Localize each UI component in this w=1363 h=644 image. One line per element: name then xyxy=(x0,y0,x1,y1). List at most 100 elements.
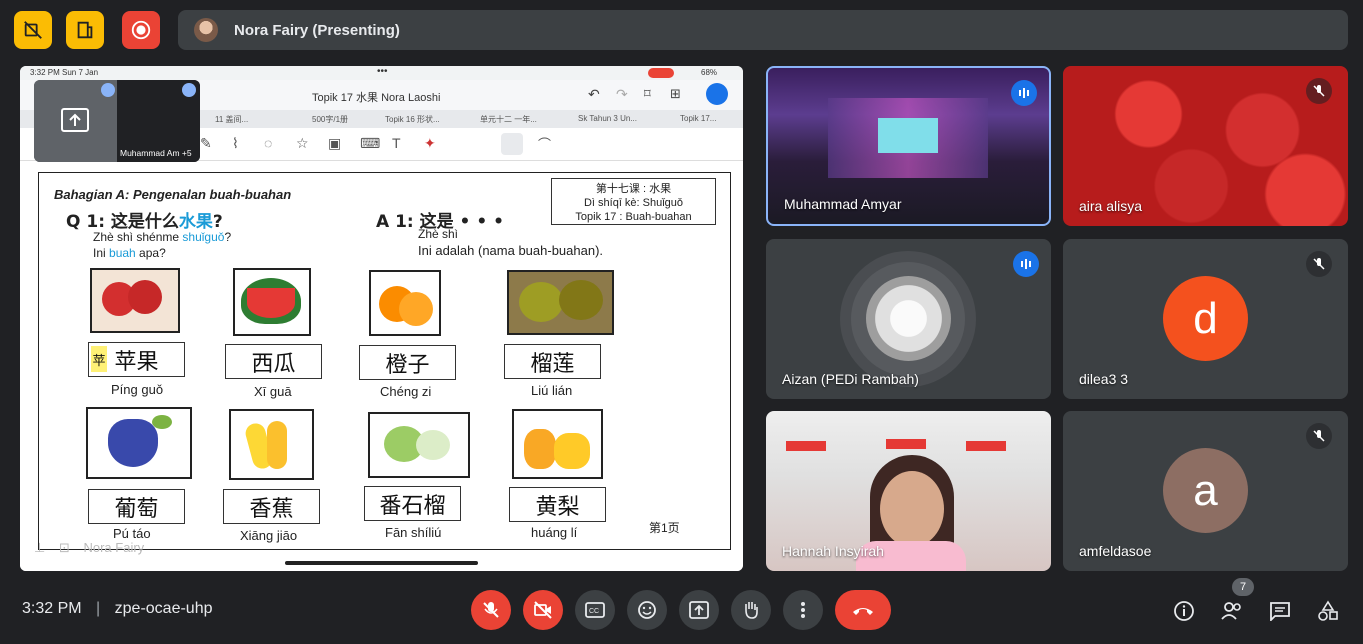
shapes-icon xyxy=(1318,600,1338,621)
leave-call-button[interactable] xyxy=(835,590,891,630)
avatar: a xyxy=(1163,448,1248,533)
fruit-chinese: 西瓜 xyxy=(251,351,296,377)
image-icon[interactable]: ▣ xyxy=(328,135,341,152)
recording-badge[interactable] xyxy=(122,11,160,49)
tab-item[interactable]: 11 盖间... xyxy=(215,114,248,125)
pin-icon: ⊥ xyxy=(34,540,46,555)
bookmark-icon[interactable]: ⌑ xyxy=(644,86,651,102)
answer-malay: Ini adalah (nama buah-buahan). xyxy=(418,243,604,258)
banana-image xyxy=(229,409,314,480)
participant-tile-hannah[interactable]: Hannah Insyirah xyxy=(766,411,1051,571)
more-options-button[interactable] xyxy=(783,590,823,630)
chat-button[interactable] xyxy=(1267,598,1293,624)
page-number: 第1页 xyxy=(649,521,680,535)
participant-tile-aira-alisya[interactable]: aira alisya xyxy=(1063,66,1348,226)
participant-tile-aizan[interactable]: Aizan (PEDi Rambah) xyxy=(766,239,1051,399)
present-screen-icon xyxy=(61,108,89,132)
orange-image xyxy=(369,270,441,336)
home-indicator xyxy=(285,561,478,565)
undo-icon[interactable]: ↶ xyxy=(588,86,600,103)
tab-item[interactable]: 500字/1册 xyxy=(312,114,348,125)
people-count-badge: 7 xyxy=(1232,578,1254,596)
presenter-name: Nora Fairy (Presenting) xyxy=(234,21,400,39)
tab-item[interactable]: 单元十二 一年... xyxy=(480,114,537,125)
shape-icon[interactable]: ☆ xyxy=(296,135,309,152)
participant-tile-muhammad-amyar[interactable]: Muhammad Amyar xyxy=(766,66,1051,226)
fruit-label-orange: 橙子 xyxy=(359,345,456,380)
hang-up-icon xyxy=(853,608,873,615)
participant-name: Hannah Insyirah xyxy=(782,543,884,559)
fruit-chinese: 黄梨 xyxy=(535,494,580,520)
speaking-indicator-icon xyxy=(706,83,728,105)
participant-name: dilea3 3 xyxy=(1079,371,1129,387)
fruit-label-durian: 榴莲 xyxy=(504,344,601,379)
present-now-button[interactable] xyxy=(679,590,719,630)
divider: | xyxy=(96,600,101,617)
emoji-icon xyxy=(638,601,656,619)
people-button[interactable] xyxy=(1219,598,1245,624)
doc-title: Topik 17 水果 Nora Laoshi xyxy=(312,92,441,104)
more-vert-icon xyxy=(801,602,805,618)
self-view-mini-tile[interactable]: Muhammad Am +5 xyxy=(34,80,200,162)
raise-hand-button[interactable] xyxy=(731,590,771,630)
question-malay: Ini buah apa? xyxy=(93,246,166,260)
recording-off-badge[interactable] xyxy=(14,11,52,49)
avatar xyxy=(866,276,951,361)
present-tile[interactable] xyxy=(34,80,117,162)
participant-tile-dilea3[interactable]: d dilea3 3 xyxy=(1063,239,1348,399)
mic-toggle-button[interactable] xyxy=(471,590,511,630)
redo-icon[interactable]: ↷ xyxy=(616,86,628,103)
presenter-watermark: ⊥ ⊡ Nora Fairy xyxy=(34,540,144,556)
pineapple-image xyxy=(512,409,603,479)
lesson-title-malay: Topik 17 : Buah-buahan xyxy=(575,211,692,223)
tab-item[interactable]: Topik 16 形状... xyxy=(385,114,440,125)
camera-toggle-button[interactable] xyxy=(523,590,563,630)
speaking-icon xyxy=(1013,251,1039,277)
presenter-avatar xyxy=(194,18,218,42)
grapes-image xyxy=(86,407,192,479)
tab-item[interactable]: Sk Tahun 3 Un... xyxy=(578,114,637,123)
fruit-label-pineapple: 黄梨 xyxy=(509,487,606,522)
mic-off-icon xyxy=(483,602,499,618)
meeting-details-button[interactable] xyxy=(1171,598,1197,624)
participant-name: Aizan (PEDi Rambah) xyxy=(782,371,919,387)
participant-tile-amfeldasoe[interactable]: a amfeldasoe xyxy=(1063,411,1348,571)
fruit-label-grapes: 葡萄 xyxy=(88,489,185,524)
question-pinyin: Zhè shì shénme shuǐguǒ? xyxy=(93,230,231,244)
battery-label: 68% xyxy=(701,68,718,77)
activities-button[interactable] xyxy=(1315,598,1341,624)
clock: 3:32 PM xyxy=(22,600,82,617)
captions-button[interactable]: CC xyxy=(575,590,615,630)
audio-level-icon xyxy=(182,83,196,97)
speaking-dot-icon xyxy=(101,83,115,97)
companion-mode-badge[interactable] xyxy=(66,11,104,49)
fruit-pinyin: Xī guā xyxy=(254,384,292,399)
add-page-icon[interactable]: ⊞ xyxy=(670,86,681,102)
pinyin-text: Zhè shì shénme xyxy=(93,230,183,244)
highlighter-icon[interactable]: ⌇ xyxy=(232,135,239,152)
fruit-label-apple: 苹 苹果 xyxy=(88,342,185,377)
fruit-label-banana: 香蕉 xyxy=(223,489,320,524)
present-screen-icon xyxy=(689,601,709,619)
stroke-style-icon[interactable]: ⌒ xyxy=(538,134,551,153)
lasso-icon[interactable]: ◌ xyxy=(264,135,272,151)
emoji-button[interactable] xyxy=(627,590,667,630)
avatar: d xyxy=(1163,276,1248,361)
svg-text:CC: CC xyxy=(589,608,599,615)
fruit-pinyin: Pú táo xyxy=(113,526,151,541)
laser-icon[interactable]: ✦ xyxy=(424,135,436,152)
participant-name: Muhammad Amyar xyxy=(784,196,902,212)
durian-image xyxy=(507,270,614,335)
pen-tool-icon[interactable]: ✎ xyxy=(200,135,212,152)
dot-size-button[interactable] xyxy=(501,133,523,155)
shared-screen[interactable]: 3:32 PM Sun 7 Jan ••• 68% Topik 17 水果 No… xyxy=(20,66,743,571)
camera-off-icon xyxy=(534,601,552,619)
text-tool-icon[interactable]: T xyxy=(392,135,401,151)
malay-end: apa? xyxy=(135,246,166,260)
tab-item-active[interactable]: Topik 17... xyxy=(680,114,716,123)
building-icon xyxy=(77,21,93,39)
worksheet-page: Bahagian A: Pengenalan buah-buahan Q 1: … xyxy=(38,172,731,550)
ipad-status-time: 3:32 PM Sun 7 Jan xyxy=(30,68,99,77)
fruit-chinese: 番石榴 xyxy=(379,493,446,519)
keyboard-icon[interactable]: ⌨ xyxy=(360,135,380,152)
